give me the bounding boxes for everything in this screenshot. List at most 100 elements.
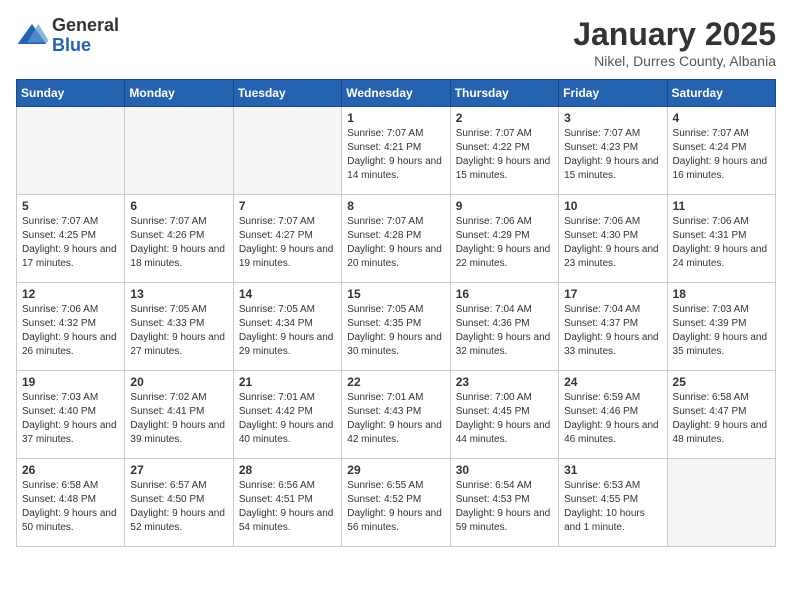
day-info: Sunrise: 7:01 AMSunset: 4:42 PMDaylight:… [239, 391, 336, 447]
day-info: Sunrise: 6:57 AMSunset: 4:50 PMDaylight:… [130, 479, 227, 535]
day-info: Sunrise: 6:56 AMSunset: 4:51 PMDaylight:… [239, 479, 336, 535]
day-info: Sunrise: 6:53 AMSunset: 4:55 PMDaylight:… [564, 479, 661, 535]
day-number: 9 [456, 199, 553, 213]
day-info: Sunrise: 7:07 AMSunset: 4:26 PMDaylight:… [130, 215, 227, 271]
logo-blue: Blue [52, 36, 119, 56]
day-number: 1 [347, 111, 444, 125]
day-info: Sunrise: 7:04 AMSunset: 4:36 PMDaylight:… [456, 303, 553, 359]
day-cell [125, 107, 233, 195]
day-info: Sunrise: 7:05 AMSunset: 4:35 PMDaylight:… [347, 303, 444, 359]
day-cell: 26 Sunrise: 6:58 AMSunset: 4:48 PMDayligh… [17, 459, 125, 547]
day-cell: 14 Sunrise: 7:05 AMSunset: 4:34 PMDayligh… [233, 283, 341, 371]
day-number: 2 [456, 111, 553, 125]
day-number: 23 [456, 375, 553, 389]
day-cell: 29Sunrise: 6:55 AMSunset: 4:52 PMDayligh… [342, 459, 450, 547]
day-info: Sunrise: 7:06 AMSunset: 4:30 PMDaylight:… [564, 215, 661, 271]
day-info: Sunrise: 6:58 AMSunset: 4:48 PMDaylight:… [22, 479, 119, 535]
day-cell: 17 Sunrise: 7:04 AMSunset: 4:37 PMDayligh… [559, 283, 667, 371]
day-cell: 15 Sunrise: 7:05 AMSunset: 4:35 PMDayligh… [342, 283, 450, 371]
day-cell: 3 Sunrise: 7:07 AMSunset: 4:23 PMDaylight… [559, 107, 667, 195]
day-cell: 1 Sunrise: 7:07 AMSunset: 4:21 PMDaylight… [342, 107, 450, 195]
day-number: 15 [347, 287, 444, 301]
day-cell: 16 Sunrise: 7:04 AMSunset: 4:36 PMDayligh… [450, 283, 558, 371]
day-info: Sunrise: 7:06 AMSunset: 4:29 PMDaylight:… [456, 215, 553, 271]
day-info: Sunrise: 7:02 AMSunset: 4:41 PMDaylight:… [130, 391, 227, 447]
day-info: Sunrise: 7:06 AMSunset: 4:31 PMDaylight:… [673, 215, 770, 271]
weekday-header-saturday: Saturday [667, 80, 775, 107]
weekday-header-friday: Friday [559, 80, 667, 107]
day-number: 8 [347, 199, 444, 213]
day-info: Sunrise: 7:00 AMSunset: 4:45 PMDaylight:… [456, 391, 553, 447]
calendar-title: January 2025 [573, 16, 776, 53]
day-number: 14 [239, 287, 336, 301]
week-row-4: 19 Sunrise: 7:03 AMSunset: 4:40 PMDayligh… [17, 371, 776, 459]
day-cell [233, 107, 341, 195]
day-cell: 6 Sunrise: 7:07 AMSunset: 4:26 PMDaylight… [125, 195, 233, 283]
day-cell: 10 Sunrise: 7:06 AMSunset: 4:30 PMDayligh… [559, 195, 667, 283]
day-info: Sunrise: 7:01 AMSunset: 4:43 PMDaylight:… [347, 391, 444, 447]
week-row-5: 26 Sunrise: 6:58 AMSunset: 4:48 PMDayligh… [17, 459, 776, 547]
day-info: Sunrise: 7:05 AMSunset: 4:34 PMDaylight:… [239, 303, 336, 359]
day-number: 16 [456, 287, 553, 301]
day-info: Sunrise: 6:58 AMSunset: 4:47 PMDaylight:… [673, 391, 770, 447]
day-number: 17 [564, 287, 661, 301]
day-info: Sunrise: 6:55 AMSunset: 4:52 PMDaylight:… [347, 479, 444, 535]
day-info: Sunrise: 7:07 AMSunset: 4:23 PMDaylight:… [564, 127, 661, 183]
week-row-1: 1 Sunrise: 7:07 AMSunset: 4:21 PMDaylight… [17, 107, 776, 195]
day-cell: 5 Sunrise: 7:07 AMSunset: 4:25 PMDaylight… [17, 195, 125, 283]
day-cell: 9 Sunrise: 7:06 AMSunset: 4:29 PMDaylight… [450, 195, 558, 283]
day-cell [17, 107, 125, 195]
calendar-table: SundayMondayTuesdayWednesdayThursdayFrid… [16, 79, 776, 547]
logo: General Blue [16, 16, 119, 56]
day-cell: 23 Sunrise: 7:00 AMSunset: 4:45 PMDayligh… [450, 371, 558, 459]
day-number: 6 [130, 199, 227, 213]
day-number: 4 [673, 111, 770, 125]
day-info: Sunrise: 7:07 AMSunset: 4:22 PMDaylight:… [456, 127, 553, 183]
day-cell: 18Sunrise: 7:03 AMSunset: 4:39 PMDayligh… [667, 283, 775, 371]
day-cell: 11 Sunrise: 7:06 AMSunset: 4:31 PMDayligh… [667, 195, 775, 283]
day-cell: 2 Sunrise: 7:07 AMSunset: 4:22 PMDaylight… [450, 107, 558, 195]
day-number: 3 [564, 111, 661, 125]
day-cell: 25 Sunrise: 6:58 AMSunset: 4:47 PMDayligh… [667, 371, 775, 459]
week-row-2: 5 Sunrise: 7:07 AMSunset: 4:25 PMDaylight… [17, 195, 776, 283]
calendar-location: Nikel, Durres County, Albania [573, 53, 776, 69]
day-cell: 4 Sunrise: 7:07 AMSunset: 4:24 PMDaylight… [667, 107, 775, 195]
day-info: Sunrise: 7:04 AMSunset: 4:37 PMDaylight:… [564, 303, 661, 359]
day-info: Sunrise: 7:03 AMSunset: 4:39 PMDaylight:… [673, 303, 770, 359]
day-number: 5 [22, 199, 119, 213]
day-info: Sunrise: 7:07 AMSunset: 4:21 PMDaylight:… [347, 127, 444, 183]
day-cell: 21 Sunrise: 7:01 AMSunset: 4:42 PMDayligh… [233, 371, 341, 459]
day-cell: 12Sunrise: 7:06 AMSunset: 4:32 PMDayligh… [17, 283, 125, 371]
day-cell [667, 459, 775, 547]
day-number: 31 [564, 463, 661, 477]
day-info: Sunrise: 7:05 AMSunset: 4:33 PMDaylight:… [130, 303, 227, 359]
day-info: Sunrise: 7:07 AMSunset: 4:24 PMDaylight:… [673, 127, 770, 183]
day-cell: 27 Sunrise: 6:57 AMSunset: 4:50 PMDayligh… [125, 459, 233, 547]
weekday-header-wednesday: Wednesday [342, 80, 450, 107]
day-number: 25 [673, 375, 770, 389]
day-cell: 30 Sunrise: 6:54 AMSunset: 4:53 PMDayligh… [450, 459, 558, 547]
day-info: Sunrise: 6:54 AMSunset: 4:53 PMDaylight:… [456, 479, 553, 535]
logo-general: General [52, 16, 119, 36]
day-number: 21 [239, 375, 336, 389]
day-number: 19 [22, 375, 119, 389]
day-number: 11 [673, 199, 770, 213]
day-info: Sunrise: 7:07 AMSunset: 4:25 PMDaylight:… [22, 215, 119, 271]
logo-text: General Blue [52, 16, 119, 56]
day-cell: 28Sunrise: 6:56 AMSunset: 4:51 PMDayligh… [233, 459, 341, 547]
day-info: Sunrise: 7:03 AMSunset: 4:40 PMDaylight:… [22, 391, 119, 447]
weekday-header-sunday: Sunday [17, 80, 125, 107]
day-cell: 24Sunrise: 6:59 AMSunset: 4:46 PMDayligh… [559, 371, 667, 459]
day-number: 27 [130, 463, 227, 477]
day-info: Sunrise: 7:07 AMSunset: 4:28 PMDaylight:… [347, 215, 444, 271]
page-header: General Blue January 2025 Nikel, Durres … [16, 16, 776, 69]
day-cell: 13Sunrise: 7:05 AMSunset: 4:33 PMDayligh… [125, 283, 233, 371]
day-number: 30 [456, 463, 553, 477]
day-cell: 22Sunrise: 7:01 AMSunset: 4:43 PMDayligh… [342, 371, 450, 459]
weekday-header-monday: Monday [125, 80, 233, 107]
weekday-header-row: SundayMondayTuesdayWednesdayThursdayFrid… [17, 80, 776, 107]
day-number: 26 [22, 463, 119, 477]
day-cell: 8 Sunrise: 7:07 AMSunset: 4:28 PMDaylight… [342, 195, 450, 283]
day-number: 10 [564, 199, 661, 213]
day-cell: 19 Sunrise: 7:03 AMSunset: 4:40 PMDayligh… [17, 371, 125, 459]
